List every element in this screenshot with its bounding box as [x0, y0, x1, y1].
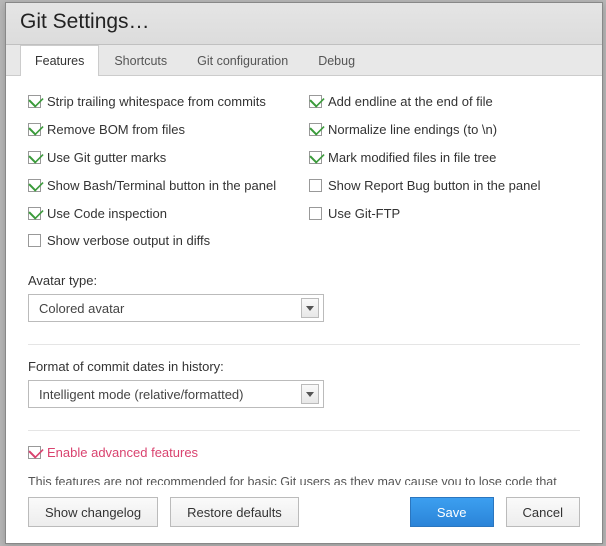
git-settings-dialog: Git Settings… Features Shortcuts Git con…: [5, 2, 603, 544]
tab-shortcuts[interactable]: Shortcuts: [99, 45, 182, 76]
dialog-footer: Show changelog Restore defaults Save Can…: [6, 485, 602, 543]
advanced-features-note: This features are not recommended for ba…: [28, 473, 580, 485]
tab-content: Strip trailing whitespace from commits Re…: [6, 76, 602, 485]
date-format-label: Format of commit dates in history:: [28, 359, 580, 374]
divider: [28, 430, 580, 431]
cancel-button[interactable]: Cancel: [506, 497, 580, 527]
checkbox-icon: [309, 151, 322, 164]
right-checkbox-2[interactable]: Mark modified files in file tree: [309, 150, 580, 167]
right-checkbox-0[interactable]: Add endline at the end of file: [309, 94, 580, 111]
titlebar: Git Settings…: [6, 3, 602, 45]
checkbox-icon: [309, 207, 322, 220]
date-format-select[interactable]: Intelligent mode (relative/formatted): [28, 380, 324, 408]
checkbox-icon: [309, 95, 322, 108]
tab-debug[interactable]: Debug: [303, 45, 370, 76]
checkbox-label: Remove BOM from files: [47, 122, 185, 139]
checkbox-label: Mark modified files in file tree: [328, 150, 496, 167]
checkbox-label: Use Git gutter marks: [47, 150, 166, 167]
save-button[interactable]: Save: [410, 497, 494, 527]
restore-defaults-button[interactable]: Restore defaults: [170, 497, 299, 527]
checkbox-label: Use Git-FTP: [328, 206, 400, 223]
divider: [28, 344, 580, 345]
checkbox-label: Show verbose output in diffs: [47, 233, 210, 250]
checkbox-label: Show Bash/Terminal button in the panel: [47, 178, 276, 195]
checkbox-icon: [28, 151, 41, 164]
tab-features[interactable]: Features: [20, 45, 99, 76]
checkbox-icon: [28, 234, 41, 247]
checkbox-icon: [28, 446, 41, 459]
avatar-type-select[interactable]: Colored avatar: [28, 294, 324, 322]
avatar-type-label: Avatar type:: [28, 273, 580, 288]
checkbox-label: Normalize line endings (to \n): [328, 122, 497, 139]
right-checkbox-3[interactable]: Show Report Bug button in the panel: [309, 178, 580, 195]
show-changelog-button[interactable]: Show changelog: [28, 497, 158, 527]
dialog-title: Git Settings…: [20, 10, 588, 34]
tab-git-configuration[interactable]: Git configuration: [182, 45, 303, 76]
chevron-down-icon: [301, 384, 319, 404]
right-checkbox-1[interactable]: Normalize line endings (to \n): [309, 122, 580, 139]
checkbox-icon: [309, 123, 322, 136]
left-checkbox-1[interactable]: Remove BOM from files: [28, 122, 299, 139]
avatar-type-value: Colored avatar: [39, 301, 124, 316]
chevron-down-icon: [301, 298, 319, 318]
enable-advanced-features-checkbox[interactable]: Enable advanced features: [28, 445, 580, 462]
left-checkbox-2[interactable]: Use Git gutter marks: [28, 150, 299, 167]
left-checkbox-0[interactable]: Strip trailing whitespace from commits: [28, 94, 299, 111]
checkbox-label: Add endline at the end of file: [328, 94, 493, 111]
checkbox-icon: [28, 95, 41, 108]
date-format-value: Intelligent mode (relative/formatted): [39, 387, 243, 402]
tab-bar: Features Shortcuts Git configuration Deb…: [6, 45, 602, 76]
left-checkbox-3[interactable]: Show Bash/Terminal button in the panel: [28, 178, 299, 195]
checkbox-label: Show Report Bug button in the panel: [328, 178, 540, 195]
checkbox-label: Use Code inspection: [47, 206, 167, 223]
enable-advanced-features-label: Enable advanced features: [47, 445, 198, 462]
checkbox-icon: [28, 123, 41, 136]
checkbox-icon: [28, 179, 41, 192]
checkbox-icon: [309, 179, 322, 192]
right-checkbox-4[interactable]: Use Git-FTP: [309, 206, 580, 223]
left-checkbox-5[interactable]: Show verbose output in diffs: [28, 233, 299, 250]
left-checkbox-4[interactable]: Use Code inspection: [28, 206, 299, 223]
checkbox-icon: [28, 207, 41, 220]
checkbox-label: Strip trailing whitespace from commits: [47, 94, 266, 111]
